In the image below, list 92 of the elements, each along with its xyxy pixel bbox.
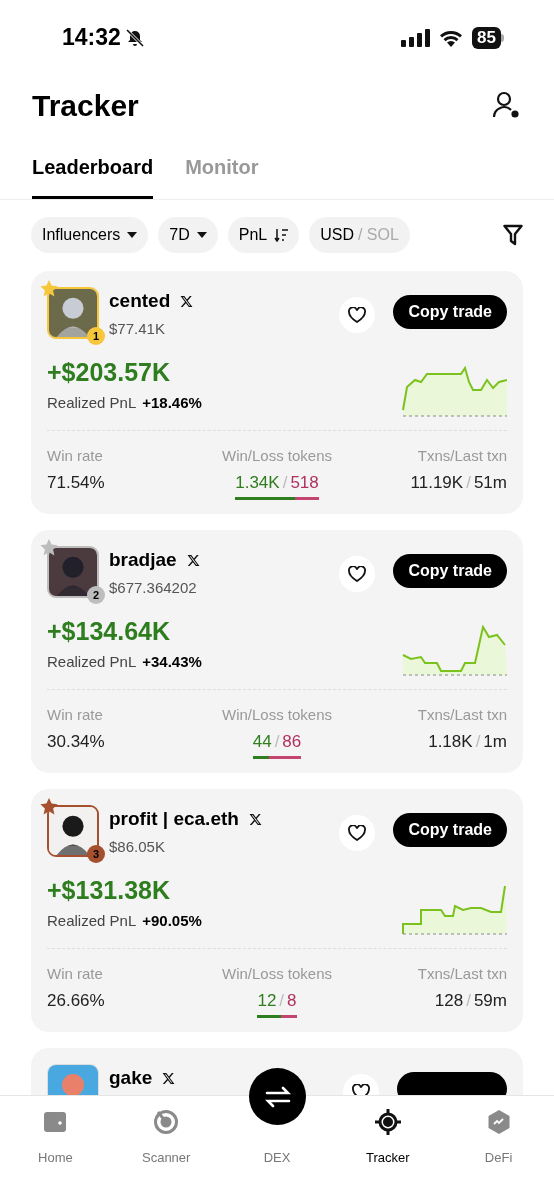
loss-count: 86 (282, 730, 302, 753)
wallet-balance: $677.364202 (109, 577, 198, 598)
rank-badge: 3 (87, 845, 105, 863)
trader-name: gake (109, 1066, 153, 1090)
stat-label: Txns/Last txn (417, 446, 507, 466)
win-rate-value: 26.66% (47, 989, 106, 1012)
stat-label: Win rate (47, 964, 104, 984)
filter-chip[interactable]: 7D (158, 217, 218, 253)
swap-icon (264, 1085, 291, 1108)
copy-trade-button[interactable]: Copy trade (393, 813, 507, 847)
win-rate-value: 71.54% (47, 471, 106, 494)
last-txn-time: 51m (473, 471, 507, 494)
sort-icon (274, 228, 289, 242)
nav-item[interactable]: Home (0, 1096, 111, 1200)
nav-item[interactable]: Tracker (332, 1096, 444, 1200)
caret-icon (196, 232, 207, 238)
nav-item[interactable]: DeFi (443, 1096, 554, 1200)
star-icon (39, 797, 59, 817)
star-icon (39, 279, 59, 299)
filter-chip[interactable]: USD / SOL (309, 217, 410, 253)
loss-count: 8 (287, 989, 297, 1012)
nav-item[interactable]: Scanner (110, 1096, 222, 1200)
x-logo-icon[interactable] (162, 1071, 176, 1085)
heart-icon (348, 825, 367, 841)
pnl-label: Realized PnL (47, 392, 137, 413)
loss-count: 518 (290, 471, 319, 494)
realized-pnl-value: +$203.57K (47, 357, 172, 388)
status-time: 14:32 (62, 23, 121, 53)
tab[interactable]: Leaderboard (32, 152, 154, 199)
txn-count: 1.18K (428, 730, 473, 753)
separator: / (466, 471, 471, 494)
profile-settings-icon[interactable] (492, 91, 520, 119)
trader-name: profit | eca.eth (109, 807, 239, 831)
bell-muted-icon (124, 27, 145, 48)
pnl-label: Realized PnL (47, 651, 137, 672)
chip-option: / SOL (357, 223, 399, 247)
stat-label: Win/Loss tokens (221, 705, 332, 725)
txn-count: 128 (434, 989, 464, 1012)
hexagon-chart-icon (486, 1108, 511, 1136)
win-count: 12 (257, 989, 277, 1012)
stat-label: Win rate (47, 446, 104, 466)
x-logo-icon[interactable] (180, 294, 194, 308)
separator: / (279, 989, 285, 1012)
heart-icon (348, 307, 367, 323)
crosshair-icon (374, 1108, 401, 1136)
trader-name: cented (109, 289, 171, 313)
copy-trade-button[interactable]: Copy trade (393, 295, 507, 329)
separator: / (282, 471, 288, 494)
heart-icon (348, 566, 367, 582)
battery-icon: 85 (472, 26, 504, 49)
page-title: Tracker (32, 87, 139, 124)
nav-item[interactable]: DEX (221, 1096, 333, 1200)
stat-label: Win/Loss tokens (221, 446, 332, 466)
pnl-label: Realized PnL (47, 910, 137, 931)
separator: / (475, 730, 481, 753)
win-rate-value: 30.34% (47, 730, 106, 753)
stat-label: Txns/Last txn (417, 964, 507, 984)
copy-trade-button[interactable] (397, 1072, 507, 1097)
wallet-balance: $77.41K (109, 318, 166, 339)
wifi-icon (438, 28, 465, 47)
radar-icon (153, 1108, 180, 1136)
filter-chip[interactable]: PnL (227, 217, 300, 253)
favorite-button[interactable] (339, 556, 376, 592)
x-logo-icon[interactable] (186, 553, 200, 567)
pnl-percent: +34.43% (142, 651, 202, 672)
last-txn-time: 1m (483, 730, 507, 753)
filter-icon[interactable] (503, 224, 523, 246)
rank-badge: 2 (87, 586, 105, 604)
favorite-button[interactable] (339, 297, 376, 333)
star-icon (39, 538, 59, 558)
stat-label: Txns/Last txn (417, 705, 507, 725)
caret-icon (127, 232, 138, 238)
separator: / (466, 989, 471, 1012)
realized-pnl-value: +$131.38K (47, 875, 172, 906)
realized-pnl-value: +$134.64K (47, 616, 172, 647)
last-txn-time: 59m (473, 989, 507, 1012)
trader-name: bradjae (109, 548, 177, 572)
win-count: 1.34K (235, 471, 280, 494)
x-logo-icon[interactable] (248, 812, 262, 826)
txn-count: 11.19K (410, 471, 464, 494)
wallet-balance: $86.05K (109, 836, 166, 857)
pnl-percent: +18.46% (142, 392, 202, 413)
favorite-button[interactable] (339, 815, 376, 851)
filter-chip[interactable]: Influencers (31, 217, 149, 253)
copy-trade-button[interactable]: Copy trade (393, 554, 507, 588)
rank-badge: 1 (87, 327, 105, 345)
pnl-percent: +90.05% (142, 910, 202, 931)
stat-label: Win/Loss tokens (221, 964, 332, 984)
stat-label: Win rate (47, 705, 104, 725)
win-count: 44 (252, 730, 272, 753)
signal-icon (401, 28, 431, 47)
separator: / (274, 730, 280, 753)
